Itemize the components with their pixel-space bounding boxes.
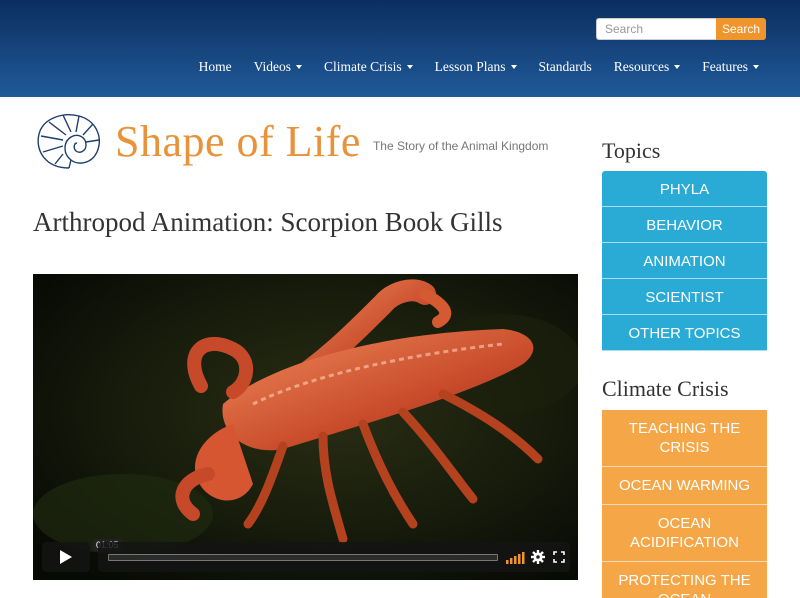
settings-icon[interactable]: [531, 550, 545, 564]
fullscreen-icon[interactable]: [553, 551, 565, 563]
nav-label: Videos: [253, 59, 292, 74]
video-frame-scorpion: [33, 274, 578, 580]
search-bar: Search: [596, 18, 766, 40]
logo-tagline: The Story of the Animal Kingdom: [372, 139, 549, 153]
nav-features[interactable]: Features: [691, 59, 770, 75]
topic-phyla-button[interactable]: PHYLA: [602, 171, 767, 207]
caret-down-icon: [296, 65, 303, 69]
caret-down-icon: [674, 65, 681, 69]
topic-animation-button[interactable]: ANIMATION: [602, 243, 767, 279]
nav-resources[interactable]: Resources: [603, 59, 691, 75]
nav-label: Features: [702, 59, 748, 74]
nav-label: Resources: [613, 59, 670, 74]
topic-other-topics-button[interactable]: OTHER TOPICS: [602, 315, 767, 351]
climate-teaching-the-crisis-button[interactable]: TEACHING THE CRISIS: [602, 410, 767, 467]
climate-crisis-heading: Climate Crisis: [602, 376, 729, 401]
nav-standards[interactable]: Standards: [528, 59, 603, 75]
play-icon: [60, 550, 72, 564]
caret-down-icon: [753, 65, 759, 69]
caret-down-icon: [510, 65, 517, 69]
seek-bar[interactable]: [108, 554, 498, 561]
climate-protecting-the-ocean-button[interactable]: PROTECTING THE OCEAN: [602, 562, 767, 598]
topics-list: PHYLA BEHAVIOR ANIMATION SCIENTIST OTHER…: [602, 171, 767, 351]
nav-label: Climate Crisis: [324, 59, 402, 74]
nav-label: Standards: [538, 59, 592, 74]
nav-videos[interactable]: Videos: [243, 59, 313, 75]
volume-icon[interactable]: [506, 552, 526, 564]
search-button[interactable]: Search: [716, 18, 766, 40]
nautilus-shell-icon: [37, 114, 100, 169]
nav-lesson-plans[interactable]: Lesson Plans: [424, 59, 528, 75]
site-logo[interactable]: Shape of Life The Story of the Animal Ki…: [33, 110, 548, 172]
video-player[interactable]: 01:05: [33, 274, 578, 580]
topics-heading: Topics: [602, 138, 661, 163]
page-title: Arthropod Animation: Scorpion Book Gills: [33, 207, 503, 237]
topic-behavior-button[interactable]: BEHAVIOR: [602, 207, 767, 243]
nav-climate-crisis[interactable]: Climate Crisis: [313, 59, 424, 75]
caret-down-icon: [406, 65, 413, 69]
nav-label: Home: [198, 59, 232, 74]
climate-ocean-acidification-button[interactable]: OCEAN ACIDIFICATION: [602, 505, 767, 562]
climate-ocean-warming-button[interactable]: OCEAN WARMING: [602, 467, 767, 505]
main-nav: Home Videos Climate Crisis Lesson Plans …: [188, 59, 770, 75]
logo-wordmark: Shape of Life: [115, 116, 361, 166]
nav-label: Lesson Plans: [434, 59, 506, 74]
topic-scientist-button[interactable]: SCIENTIST: [602, 279, 767, 315]
video-controls: [98, 542, 570, 572]
site-header: Search Home Videos Climate Crisis Lesson…: [0, 0, 800, 97]
search-input[interactable]: [596, 18, 716, 40]
play-button[interactable]: [42, 542, 90, 572]
climate-crisis-list: TEACHING THE CRISIS OCEAN WARMING OCEAN …: [602, 410, 767, 598]
nav-home[interactable]: Home: [188, 59, 243, 75]
